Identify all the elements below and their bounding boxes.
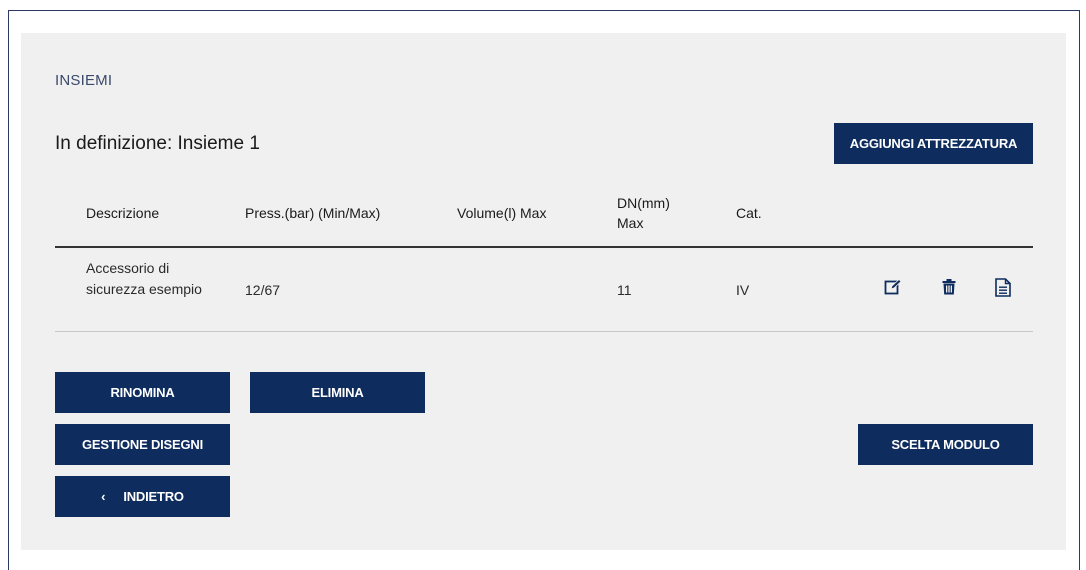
back-button[interactable]: ‹ INDIETRO [55,476,230,517]
choose-module-button[interactable]: SCELTA MODULO [858,424,1033,465]
chevron-left-icon: ‹ [101,489,106,504]
cell-descrizione: Accessorio di sicurezza esempio [86,260,202,297]
document-icon[interactable] [993,277,1013,297]
column-header-dn: DN(mm) Max [617,195,670,231]
cell-pressure: 12/67 [245,282,281,298]
back-button-label: INDIETRO [123,489,184,504]
edit-icon[interactable] [883,277,903,297]
cell-dn: 11 [617,282,632,298]
table-row-divider [55,331,1033,332]
add-equipment-button[interactable]: AGGIUNGI ATTREZZATURA [834,123,1033,164]
section-title: INSIEMI [55,72,113,89]
column-header-cat: Cat. [736,205,762,221]
insiemi-panel: INSIEMI In definizione: Insieme 1 AGGIUN… [21,33,1066,550]
column-header-volume: Volume(l) Max [457,205,547,221]
column-header-descrizione: Descrizione [86,205,160,221]
cell-cat: IV [736,282,750,298]
rename-button[interactable]: RINOMINA [55,372,230,413]
column-header-pressure: Press.(bar) (Min/Max) [245,205,381,221]
table-header-divider [55,246,1033,248]
page-subtitle: In definizione: Insieme 1 [55,133,260,154]
manage-drawings-button[interactable]: GESTIONE DISEGNI [55,424,230,465]
delete-button[interactable]: ELIMINA [250,372,425,413]
trash-icon[interactable] [939,277,959,297]
